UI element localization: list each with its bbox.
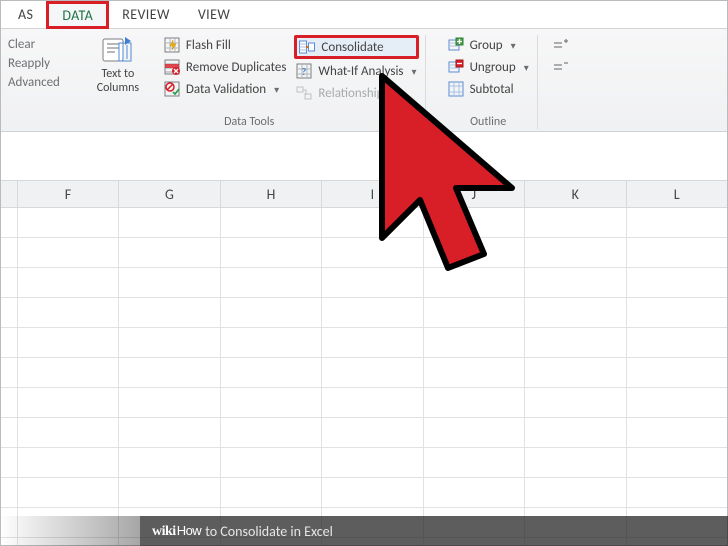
column-header[interactable]: I <box>322 181 423 208</box>
flash-fill-label: Flash Fill <box>186 38 231 53</box>
column-header[interactable]: K <box>525 181 626 208</box>
data-validation-label: Data Validation <box>186 82 266 97</box>
spreadsheet-area[interactable]: F G H I J K L <box>0 180 728 546</box>
text-to-columns-button[interactable]: Text to Columns <box>82 35 154 95</box>
tab-review[interactable]: REVIEW <box>108 2 184 26</box>
text-to-columns-icon <box>101 35 135 65</box>
consolidate-label: Consolidate <box>321 40 383 55</box>
flash-fill-button[interactable]: Flash Fill <box>164 37 287 53</box>
grid-row <box>1 358 728 388</box>
outline-expand-controls <box>552 35 570 129</box>
remove-duplicates-button[interactable]: Remove Duplicates <box>164 59 287 75</box>
grid-row <box>1 238 728 268</box>
group-label: Group <box>470 38 503 53</box>
grid-row <box>1 208 728 238</box>
ungroup-icon <box>448 59 464 75</box>
relationships-button[interactable]: Relationships <box>296 85 416 101</box>
chevron-down-icon: ▾ <box>274 83 279 96</box>
ribbon: Clear Reapply Advanced <box>0 29 728 132</box>
grid-row <box>1 388 728 418</box>
group-button[interactable]: Group ▾ <box>448 37 529 53</box>
screenshot-stage: AS DATA REVIEW VIEW Clear Reapply Advanc… <box>0 0 728 546</box>
what-if-analysis-button[interactable]: ? What-If Analysis ▾ <box>296 63 416 79</box>
chevron-down-icon: ▾ <box>511 39 516 52</box>
column-header[interactable]: J <box>423 181 524 208</box>
svg-text:?: ? <box>302 65 307 78</box>
column-header[interactable] <box>1 181 18 208</box>
grid-row <box>1 478 728 508</box>
grid-row <box>1 268 728 298</box>
column-header-row: F G H I J K L <box>1 181 728 208</box>
column-header[interactable]: F <box>17 181 118 208</box>
tab-data[interactable]: DATA <box>47 2 108 28</box>
group-title-outline: Outline <box>470 115 506 129</box>
ungroup-button[interactable]: Ungroup ▾ <box>448 59 529 75</box>
group-title-data-tools: Data Tools <box>224 115 274 129</box>
flash-fill-icon <box>164 37 180 53</box>
ribbon-group-outline: Group ▾ Ungroup ▾ <box>440 35 538 129</box>
column-header[interactable]: L <box>626 181 728 208</box>
tab-formulas-partial[interactable]: AS <box>4 2 47 26</box>
sort-filter-partial: Clear Reapply Advanced <box>8 35 60 129</box>
text-to-columns-label-2: Columns <box>97 81 139 95</box>
group-icon <box>448 37 464 53</box>
subtotal-label: Subtotal <box>470 82 514 97</box>
chevron-down-icon: ▾ <box>412 65 417 78</box>
grid-row <box>1 298 728 328</box>
what-if-icon: ? <box>296 63 312 79</box>
wikihow-logo: wikiHow <box>152 523 201 540</box>
clear-button[interactable]: Clear <box>8 37 60 52</box>
ungroup-label: Ungroup <box>470 60 516 75</box>
what-if-label: What-If Analysis <box>318 64 403 79</box>
column-header[interactable]: G <box>119 181 221 208</box>
subtotal-icon <box>448 81 464 97</box>
grid-row <box>1 418 728 448</box>
column-header[interactable]: H <box>220 181 321 208</box>
relationships-label: Relationships <box>318 86 388 101</box>
grid-row <box>1 448 728 478</box>
grid-body <box>1 208 728 546</box>
remove-duplicates-icon <box>164 59 180 75</box>
consolidate-icon <box>299 39 315 55</box>
spreadsheet-grid: F G H I J K L <box>0 180 728 546</box>
ribbon-group-data-tools: Text to Columns Flash Fill <box>74 35 426 129</box>
remove-duplicates-label: Remove Duplicates <box>186 60 287 75</box>
hide-detail-icon[interactable] <box>552 61 570 75</box>
data-validation-button[interactable]: Data Validation ▾ <box>164 81 287 97</box>
consolidate-button[interactable]: Consolidate <box>294 35 418 59</box>
text-to-columns-label-1: Text to <box>102 67 135 81</box>
ribbon-tab-strip: AS DATA REVIEW VIEW <box>0 0 728 29</box>
caption-bar: wikiHow to Consolidate in Excel <box>0 516 728 546</box>
subtotal-button[interactable]: Subtotal <box>448 81 529 97</box>
grid-row <box>1 328 728 358</box>
tutorial-title: to Consolidate in Excel <box>205 523 333 540</box>
tab-view[interactable]: VIEW <box>184 2 244 26</box>
relationships-icon <box>296 85 312 101</box>
reapply-button[interactable]: Reapply <box>8 56 60 71</box>
data-validation-icon <box>164 81 180 97</box>
advanced-button[interactable]: Advanced <box>8 75 60 90</box>
chevron-down-icon: ▾ <box>524 61 529 74</box>
show-detail-icon[interactable] <box>552 39 570 53</box>
